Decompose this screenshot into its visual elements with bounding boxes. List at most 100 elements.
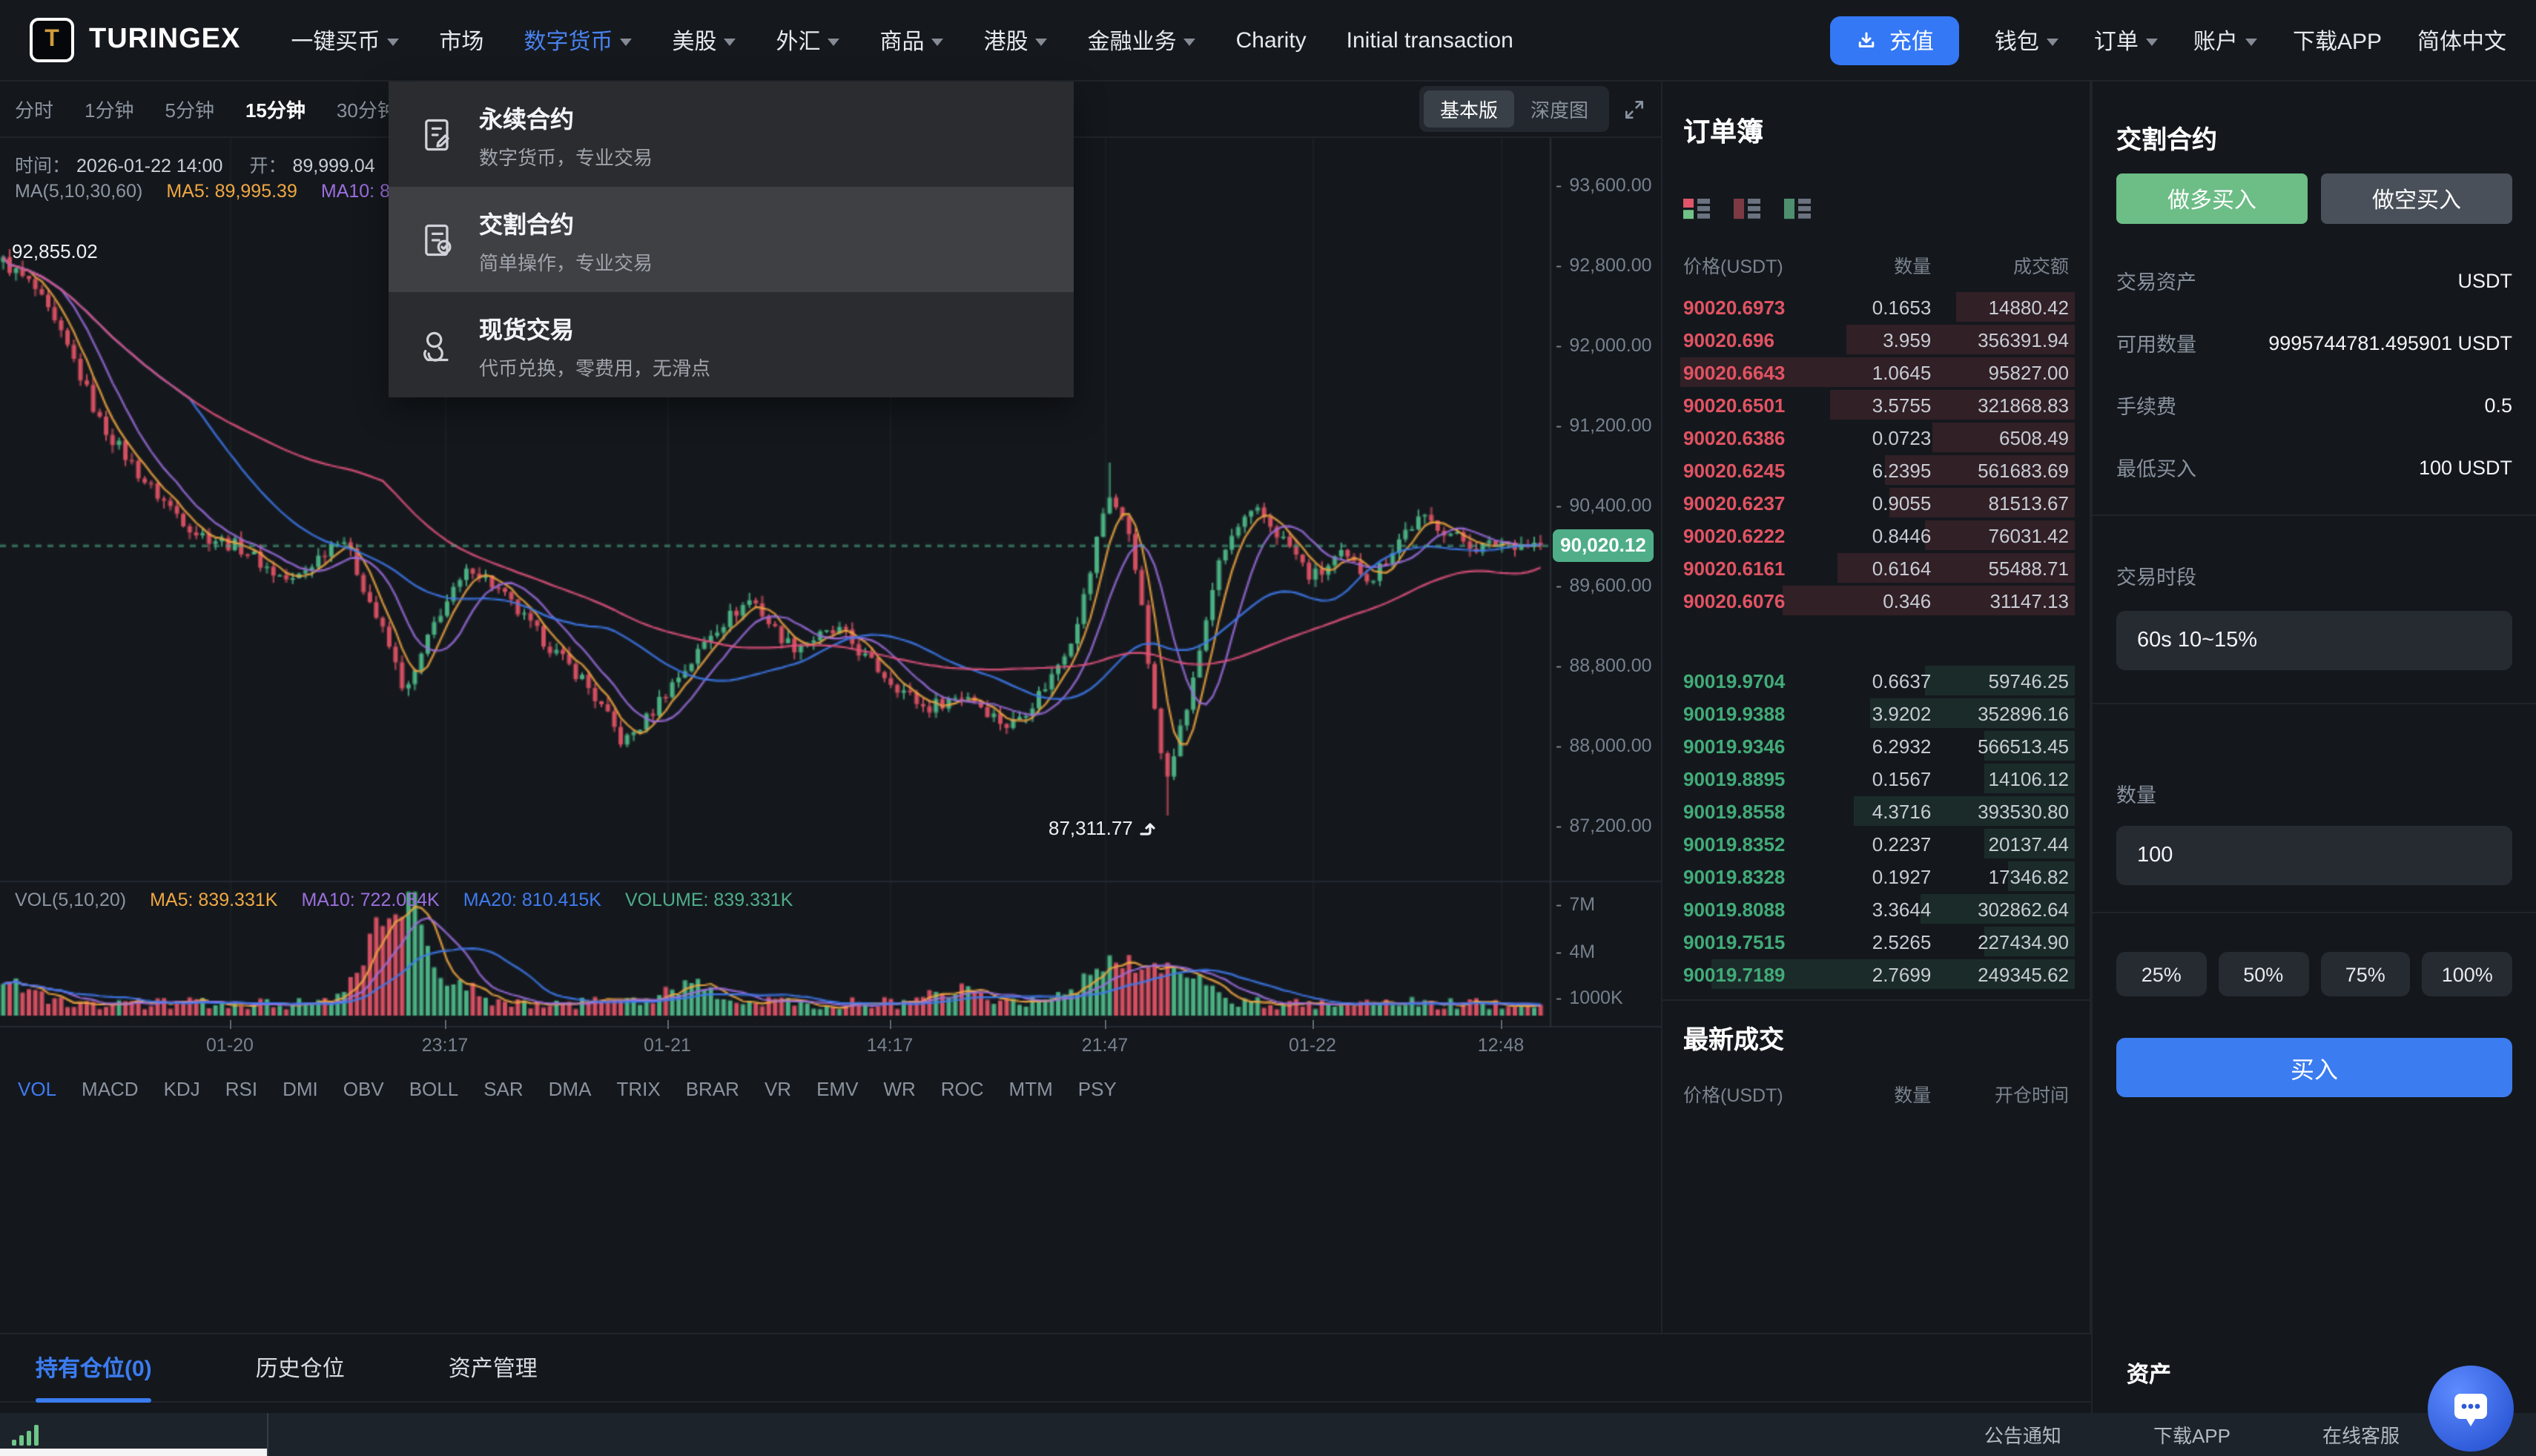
menu-item-delivery-contract[interactable]: 交割合约 简单操作，专业交易 xyxy=(389,187,1074,292)
tick-label: 93,600.00 xyxy=(1569,176,1651,196)
indicator-vol[interactable]: VOL xyxy=(18,1078,56,1100)
bid-row[interactable]: 90019.71892.7699249345.62 xyxy=(1683,958,2069,990)
bid-row[interactable]: 90019.80883.3644302862.64 xyxy=(1683,893,2069,925)
order-qty: 0.8446 xyxy=(1821,524,1932,546)
bid-row[interactable]: 90019.88950.156714106.12 xyxy=(1683,762,2069,795)
order-qty: 0.6637 xyxy=(1821,669,1932,692)
indicator-obv[interactable]: OBV xyxy=(343,1078,384,1100)
nav-item-市场[interactable]: 市场 xyxy=(439,24,483,56)
indicator-roc[interactable]: ROC xyxy=(941,1078,984,1100)
indicator-rsi[interactable]: RSI xyxy=(225,1078,257,1100)
ask-row[interactable]: 90020.6963.959356391.94 xyxy=(1683,323,2069,356)
indicator-macd[interactable]: MACD xyxy=(82,1078,139,1100)
layout-both-icon[interactable] xyxy=(1683,197,1711,221)
ask-row[interactable]: 90020.61610.616455488.71 xyxy=(1683,552,2069,584)
buy-button[interactable]: 买入 xyxy=(2116,1038,2512,1097)
nav-item-外汇[interactable]: 外汇 xyxy=(776,24,840,56)
bid-row[interactable]: 90019.85584.3716393530.80 xyxy=(1683,795,2069,827)
indicator-kdj[interactable]: KDJ xyxy=(164,1078,200,1100)
order-amount: 6508.49 xyxy=(1931,426,2069,449)
nav-item-label: 一键买币 xyxy=(291,24,380,56)
indicator-brar[interactable]: BRAR xyxy=(686,1078,739,1100)
tab-持有仓位(0)[interactable]: 持有仓位(0) xyxy=(36,1334,152,1401)
divider xyxy=(2093,912,2536,913)
timeframe-分时[interactable]: 分时 xyxy=(15,95,53,123)
ask-row[interactable]: 90020.69730.165314880.42 xyxy=(1683,291,2069,323)
indicator-dma[interactable]: DMA xyxy=(549,1078,592,1100)
indicator-trix[interactable]: TRIX xyxy=(616,1078,660,1100)
nav-item-美股[interactable]: 美股 xyxy=(672,24,736,56)
bid-row[interactable]: 90019.93466.2932566513.45 xyxy=(1683,729,2069,762)
nav-item-一键买币[interactable]: 一键买币 xyxy=(291,24,399,56)
ask-row[interactable]: 90020.63860.07236508.49 xyxy=(1683,421,2069,454)
tab-basic-view[interactable]: 基本版 xyxy=(1424,90,1514,128)
nav-item-download-app[interactable]: 下载APP xyxy=(2293,24,2382,56)
ask-row[interactable]: 90020.62370.905581513.67 xyxy=(1683,486,2069,519)
ma-title: MA(5,10,30,60) xyxy=(15,181,142,202)
indicator-dmi[interactable]: DMI xyxy=(283,1078,318,1100)
nav-item-orders[interactable]: 订单 xyxy=(2094,24,2158,56)
bid-row[interactable]: 90019.75152.5265227434.90 xyxy=(1683,925,2069,958)
bid-row[interactable]: 90019.83280.192717346.82 xyxy=(1683,860,2069,893)
order-amount: 561683.69 xyxy=(1931,459,2069,481)
nav-item-language[interactable]: 简体中文 xyxy=(2417,24,2506,56)
indicator-vr[interactable]: VR xyxy=(765,1078,791,1100)
menu-item-perpetual-contract[interactable]: 永续合约 数字货币，专业交易 xyxy=(389,82,1074,187)
nav-item-金融业务[interactable]: 金融业务 xyxy=(1088,24,1196,56)
tab-depth-view[interactable]: 深度图 xyxy=(1514,90,1605,128)
ask-row[interactable]: 90020.62220.844676031.42 xyxy=(1683,519,2069,552)
nav-item-account[interactable]: 账户 xyxy=(2193,24,2257,56)
short-buy-button[interactable]: 做空买入 xyxy=(2321,173,2512,224)
tab-资产管理[interactable]: 资产管理 xyxy=(449,1334,538,1401)
long-buy-button[interactable]: 做多买入 xyxy=(2116,173,2308,224)
layout-asks-icon[interactable] xyxy=(1734,197,1762,221)
percent-button-100[interactable]: 100% xyxy=(2423,952,2513,996)
order-price: 90019.7515 xyxy=(1683,930,1821,953)
indicator-mtm[interactable]: MTM xyxy=(1009,1078,1053,1100)
expand-icon[interactable] xyxy=(1622,97,1646,121)
nav-item-商品[interactable]: 商品 xyxy=(880,24,944,56)
timeframe-5分钟[interactable]: 5分钟 xyxy=(165,95,214,123)
bid-row[interactable]: 90019.83520.223720137.44 xyxy=(1683,827,2069,860)
footer-link-下载APP[interactable]: 下载APP xyxy=(2153,1420,2230,1449)
indicator-row: VOL MACD KDJ RSI DMI OBV BOLL SAR DMA TRIX BRAR VR E… xyxy=(18,1078,1117,1100)
indicator-boll[interactable]: BOLL xyxy=(409,1078,459,1100)
indicator-emv[interactable]: EMV xyxy=(816,1078,858,1100)
ask-row[interactable]: 90020.62456.2395561683.69 xyxy=(1683,454,2069,486)
percent-button-50[interactable]: 50% xyxy=(2219,952,2309,996)
ma5-value: MA5: 89,995.39 xyxy=(166,181,297,202)
deposit-button[interactable]: 充值 xyxy=(1830,16,1959,64)
timeframe-1分钟[interactable]: 1分钟 xyxy=(85,95,133,123)
order-price: 90019.8328 xyxy=(1683,865,1821,887)
percent-button-25[interactable]: 25% xyxy=(2116,952,2207,996)
indicator-sar[interactable]: SAR xyxy=(483,1078,523,1100)
bid-row[interactable]: 90019.93883.9202352896.16 xyxy=(1683,697,2069,729)
bid-row[interactable]: 90019.97040.663759746.25 xyxy=(1683,664,2069,697)
timeframe-15分钟[interactable]: 15分钟 xyxy=(245,95,306,123)
nav-item-港股[interactable]: 港股 xyxy=(984,24,1048,56)
logo-text[interactable]: TURINGEX xyxy=(89,24,240,56)
amount-input[interactable] xyxy=(2116,826,2512,885)
logo-icon[interactable]: T xyxy=(30,18,74,62)
customer-service-chat-button[interactable] xyxy=(2428,1366,2514,1452)
nav-item-数字货币[interactable]: 数字货币 xyxy=(524,24,632,56)
ask-row[interactable]: 90020.65013.5755321868.83 xyxy=(1683,388,2069,421)
footer-link-在线客服[interactable]: 在线客服 xyxy=(2322,1420,2400,1449)
footer-link-公告通知[interactable]: 公告通知 xyxy=(1984,1420,2061,1449)
timeframe-30分钟[interactable]: 30分钟 xyxy=(337,95,397,123)
ask-row[interactable]: 90020.60760.34631147.13 xyxy=(1683,584,2069,617)
tab-历史仓位[interactable]: 历史仓位 xyxy=(256,1334,345,1401)
chat-bubble-icon xyxy=(2449,1386,2493,1431)
trade-panel-title: 交割合约 xyxy=(2116,119,2512,156)
nav-item-Initial transaction[interactable]: Initial transaction xyxy=(1347,27,1513,53)
ask-row[interactable]: 90020.66431.064595827.00 xyxy=(1683,356,2069,388)
indicator-wr[interactable]: WR xyxy=(883,1078,915,1100)
menu-item-spot-trading[interactable]: 现货交易 代币兑换，零费用，无滑点 xyxy=(389,292,1074,397)
time-tick-mark xyxy=(1501,1020,1502,1029)
layout-bids-icon[interactable] xyxy=(1784,197,1812,221)
percent-button-75[interactable]: 75% xyxy=(2320,952,2411,996)
nav-item-Charity[interactable]: Charity xyxy=(1236,27,1307,53)
trade-period-select[interactable]: 60s 10~15% xyxy=(2116,611,2512,670)
indicator-psy[interactable]: PSY xyxy=(1078,1078,1117,1100)
nav-item-wallet[interactable]: 钱包 xyxy=(1995,24,2058,56)
